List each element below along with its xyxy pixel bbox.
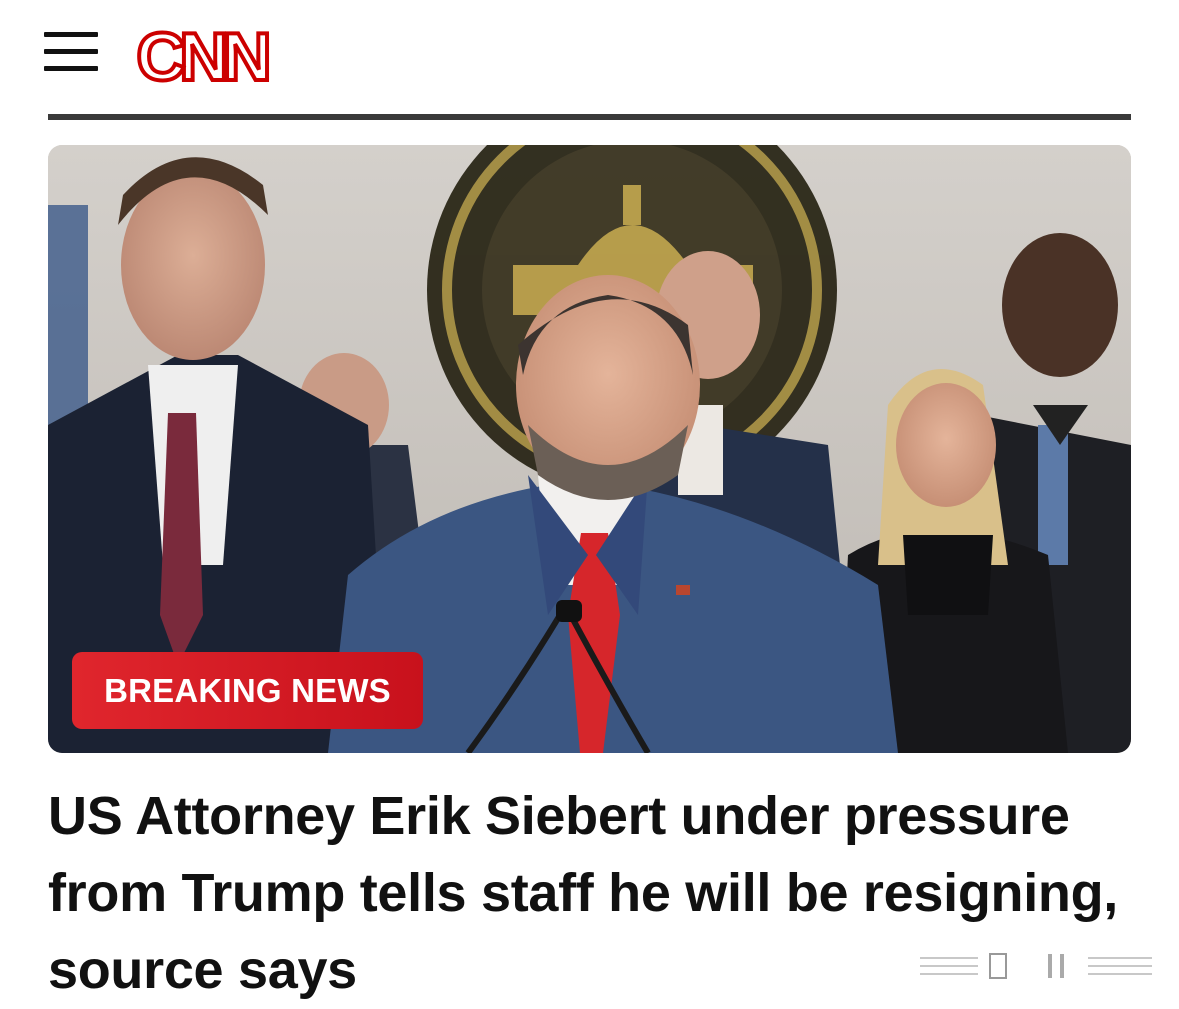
logo-text: CNN xyxy=(136,20,267,90)
watermark-logo xyxy=(920,953,1152,979)
site-header: CNN xyxy=(0,0,1179,120)
menu-bar xyxy=(44,32,98,37)
cnn-logo[interactable]: CNN xyxy=(130,20,272,90)
menu-bar xyxy=(44,66,98,71)
hamburger-menu-icon[interactable] xyxy=(44,30,100,74)
header-divider xyxy=(48,114,1131,120)
menu-bar xyxy=(44,49,98,54)
breaking-news-badge: BREAKING NEWS xyxy=(72,652,423,729)
